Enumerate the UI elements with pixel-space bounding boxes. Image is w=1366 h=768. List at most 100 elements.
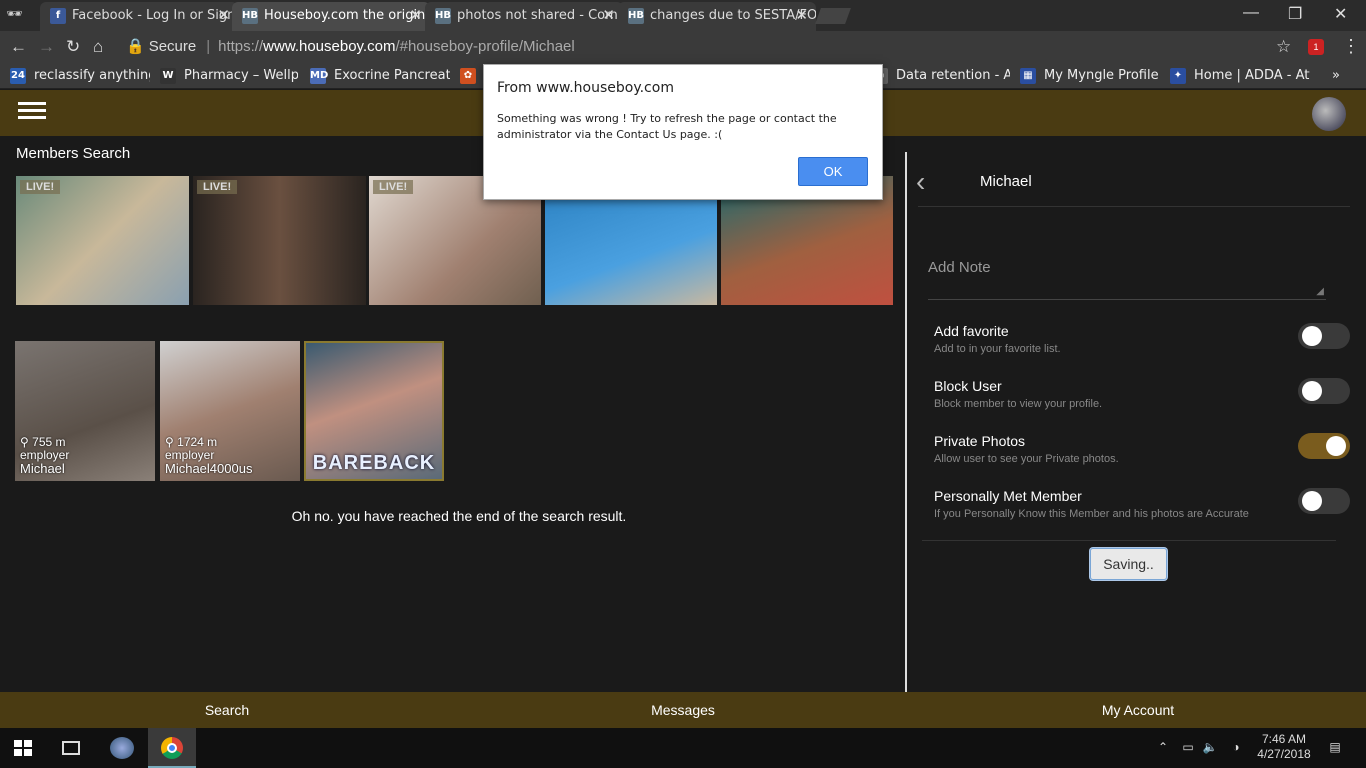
houseboy-favicon-icon: HB bbox=[435, 8, 451, 24]
tray-expand-icon[interactable]: ⌃ bbox=[1156, 740, 1170, 755]
secure-label: Secure bbox=[148, 38, 197, 55]
option-title: Personally Met Member bbox=[934, 488, 1082, 504]
chrome-menu-icon[interactable]: ⋮ bbox=[1342, 36, 1360, 57]
hamburger-menu-icon[interactable] bbox=[18, 102, 46, 124]
restore-icon[interactable]: ❐ bbox=[1288, 4, 1302, 24]
private-photos-toggle[interactable] bbox=[1298, 433, 1350, 459]
bookmark-label: Exocrine Pancreatic In bbox=[334, 68, 450, 83]
toggle-knob bbox=[1302, 326, 1322, 346]
forward-arrow-icon[interactable]: → bbox=[38, 37, 55, 57]
home-icon[interactable]: ⌂ bbox=[93, 37, 103, 57]
option-block-user: Block User Block member to view your pro… bbox=[934, 378, 1354, 418]
footer-search-link[interactable]: Search bbox=[127, 692, 327, 728]
notifications-icon[interactable]: ▤ bbox=[1326, 740, 1344, 755]
dialog-ok-button[interactable]: OK bbox=[798, 157, 868, 186]
tab-label: changes due to SESTA/FO bbox=[650, 8, 816, 23]
tab-houseboy[interactable]: HB Houseboy.com the original ✕ bbox=[232, 2, 430, 31]
chrome-taskbar-button[interactable] bbox=[148, 728, 196, 768]
bookmark-item[interactable]: ◉Data retention - Anal bbox=[872, 63, 1010, 89]
url-scheme: https:// bbox=[218, 38, 264, 55]
close-tab-icon[interactable]: ✕ bbox=[217, 2, 230, 29]
member-card[interactable]: ⚲ 1724 m employer Michael4000us bbox=[160, 341, 300, 481]
member-card-meta: ⚲ 755 m employer Michael bbox=[20, 435, 69, 476]
back-arrow-icon[interactable]: ← bbox=[10, 37, 27, 57]
option-title: Add favorite bbox=[934, 323, 1009, 339]
add-note-field[interactable]: Add Note ◢ bbox=[928, 244, 1326, 300]
bookmark-item[interactable]: ✿ bbox=[460, 63, 482, 89]
option-subtitle: Block member to view your profile. bbox=[934, 398, 1103, 410]
bookmark-item[interactable]: 24 reclassify anything th bbox=[10, 63, 150, 89]
tab-photos-not-shared[interactable]: HB photos not shared - Com ✕ bbox=[425, 2, 623, 31]
url-path: /#houseboy-profile/Michael bbox=[395, 38, 575, 55]
resize-grip-icon[interactable]: ◢ bbox=[1316, 286, 1324, 297]
extension-badge-icon[interactable]: 1 bbox=[1308, 39, 1324, 55]
option-title: Block User bbox=[934, 378, 1002, 394]
bookmark-label: Home | ADDA - Atten bbox=[1194, 68, 1310, 83]
back-chevron-icon[interactable]: ‹ bbox=[916, 168, 925, 196]
member-distance: 755 m bbox=[32, 435, 66, 449]
add-note-placeholder: Add Note bbox=[928, 259, 991, 276]
tab-label: Houseboy.com the original bbox=[264, 8, 430, 23]
incognito-icon: 🕶 bbox=[6, 6, 23, 21]
tab-changes-sesta[interactable]: HB changes due to SESTA/FO ✕ bbox=[618, 2, 816, 31]
browser-toolbar: ← → ↻ ⌂ 🔒 Secure | https://www.houseboy.com… bbox=[0, 31, 1366, 63]
member-card[interactable]: ⚲ 755 m employer Michael bbox=[15, 341, 155, 481]
url-host: www.houseboy.com bbox=[263, 38, 396, 55]
promo-text: BAREBACK bbox=[312, 452, 436, 474]
minimize-icon[interactable]: — bbox=[1243, 4, 1259, 22]
close-tab-icon[interactable]: ✕ bbox=[409, 2, 422, 29]
live-member-photo[interactable]: LIVE! bbox=[193, 176, 366, 305]
pane-divider bbox=[905, 152, 907, 692]
houseboy-favicon-icon: HB bbox=[242, 8, 258, 24]
windows-taskbar: ⌃ ▭ 🔈 ◑ 7:46 AM 4/27/2018 ▤ bbox=[0, 728, 1366, 768]
close-tab-icon[interactable]: ✕ bbox=[602, 2, 615, 29]
tab-facebook[interactable]: f Facebook - Log In or Sign Up ✕ bbox=[40, 2, 238, 31]
window-close-icon[interactable]: ✕ bbox=[1334, 4, 1347, 24]
divider bbox=[922, 540, 1336, 541]
volume-icon[interactable]: 🔈 bbox=[1202, 740, 1218, 755]
avatar[interactable] bbox=[1312, 97, 1346, 131]
live-member-photo[interactable]: LIVE! bbox=[16, 176, 189, 305]
bookmark-item[interactable]: W Pharmacy – Wellpartn bbox=[160, 63, 298, 89]
bookmark-item[interactable]: ✦ Home | ADDA - Atten bbox=[1170, 63, 1310, 89]
close-tab-icon[interactable]: ✕ bbox=[795, 2, 808, 29]
chrome-app-icon bbox=[161, 737, 183, 759]
toggle-knob bbox=[1326, 436, 1346, 456]
bookmark-label: Pharmacy – Wellpartn bbox=[184, 68, 298, 83]
bookmark-favicon-icon: MD bbox=[310, 67, 328, 84]
reload-icon[interactable]: ↻ bbox=[66, 37, 80, 57]
option-subtitle: If you Personally Know this Member and h… bbox=[934, 508, 1249, 520]
bookmark-item[interactable]: ▦ My Myngle Profile | C bbox=[1020, 63, 1160, 89]
live-badge: LIVE! bbox=[197, 180, 238, 194]
thunderbird-app-icon[interactable] bbox=[110, 737, 134, 759]
tab-label: photos not shared - Com bbox=[457, 8, 618, 23]
block-user-toggle[interactable] bbox=[1298, 378, 1350, 404]
saving-button[interactable]: Saving.. bbox=[1090, 548, 1167, 580]
new-tab-button[interactable] bbox=[815, 8, 851, 24]
footer-messages-link[interactable]: Messages bbox=[583, 692, 783, 728]
bookmark-item[interactable]: MD Exocrine Pancreatic In bbox=[310, 63, 450, 89]
location-pin-icon: ⚲ bbox=[20, 435, 29, 449]
task-view-icon[interactable] bbox=[62, 741, 80, 755]
bookmark-favicon-icon: ✦ bbox=[1170, 67, 1186, 84]
option-title: Private Photos bbox=[934, 433, 1026, 449]
live-badge: LIVE! bbox=[373, 180, 414, 194]
option-add-favorite: Add favorite Add to in your favorite lis… bbox=[934, 323, 1354, 363]
bookmark-star-icon[interactable]: ☆ bbox=[1276, 37, 1291, 57]
battery-icon[interactable]: ▭ bbox=[1180, 740, 1196, 755]
live-badge: LIVE! bbox=[20, 180, 61, 194]
bookmarks-overflow-icon[interactable]: » bbox=[1332, 63, 1352, 89]
footer-my-account-link[interactable]: My Account bbox=[1038, 692, 1238, 728]
profile-name: Michael bbox=[980, 173, 1032, 190]
alert-dialog: From www.houseboy.com Something was wron… bbox=[483, 64, 883, 200]
address-bar[interactable]: 🔒 Secure | https://www.houseboy.com/#houseb… bbox=[118, 34, 1298, 60]
favorite-toggle[interactable] bbox=[1298, 323, 1350, 349]
clock[interactable]: 7:46 AM 4/27/2018 bbox=[1252, 732, 1316, 762]
personally-met-toggle[interactable] bbox=[1298, 488, 1350, 514]
windows-start-icon[interactable] bbox=[14, 740, 32, 756]
promo-card[interactable]: BAREBACK bbox=[304, 341, 444, 481]
bookmark-label: My Myngle Profile | C bbox=[1044, 68, 1160, 83]
weather-icon[interactable]: ◑ bbox=[1228, 740, 1244, 755]
clock-time: 7:46 AM bbox=[1261, 732, 1307, 746]
member-distance: 1724 m bbox=[177, 435, 218, 449]
